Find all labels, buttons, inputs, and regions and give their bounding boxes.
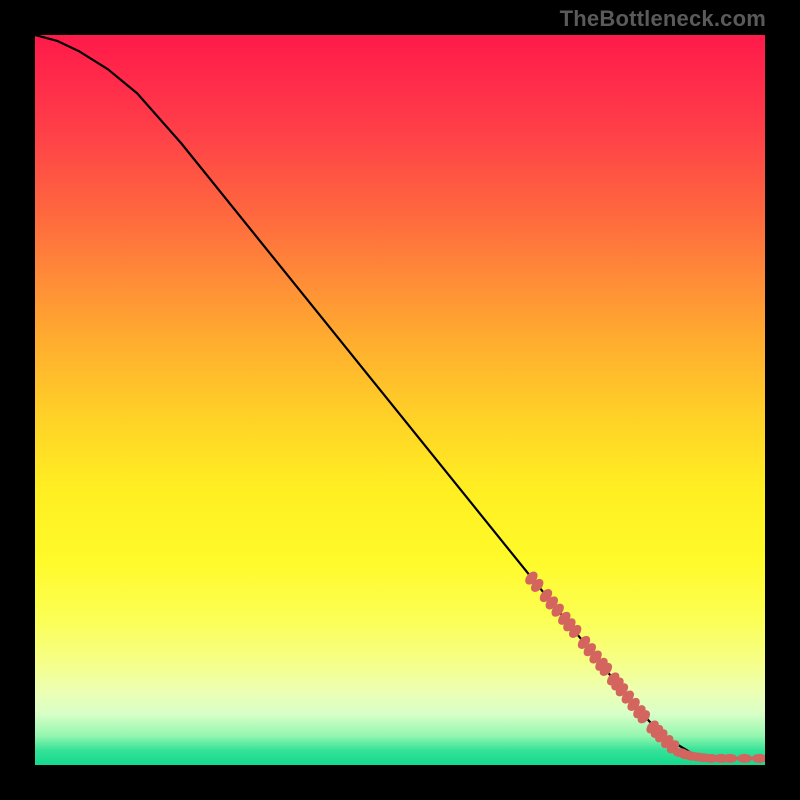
plot-area [35, 35, 765, 765]
curve-line [35, 35, 765, 758]
data-marker [723, 754, 738, 763]
chart-svg [35, 35, 765, 765]
curve-path [35, 35, 765, 758]
data-marker [752, 754, 765, 763]
watermark-text: TheBottleneck.com [560, 6, 766, 32]
data-markers [523, 569, 765, 763]
data-marker [737, 754, 752, 763]
chart-frame: TheBottleneck.com [0, 0, 800, 800]
